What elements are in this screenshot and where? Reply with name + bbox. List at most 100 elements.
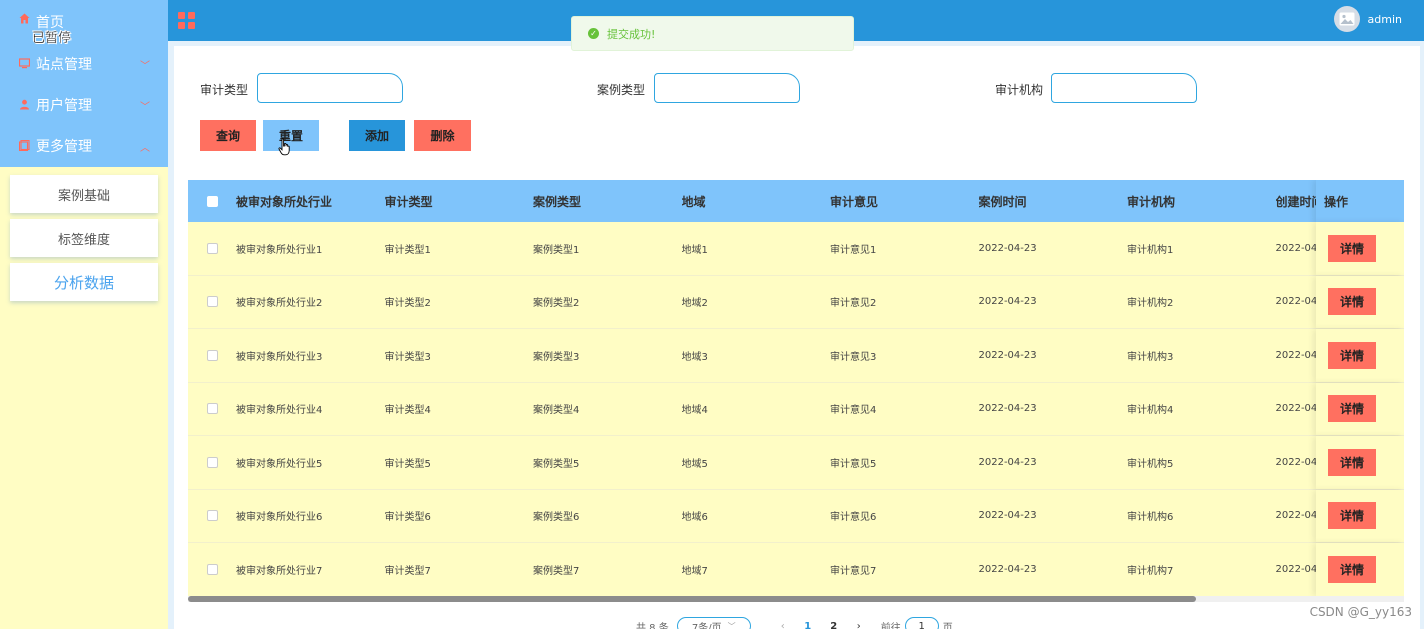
table-cell: 审计类型4	[384, 405, 431, 417]
delete-button[interactable]: 删除	[414, 120, 471, 151]
sidebar-item-site-management[interactable]: 站点管理 ﹀	[0, 43, 168, 84]
row-checkbox[interactable]	[206, 242, 218, 254]
table-body: 被审对象所处行业1 审计类型1 案例类型1 地域1 审计意见1 2022-04-23 审计机…	[188, 222, 1404, 597]
sidebar-item-label: 更多管理	[36, 138, 92, 155]
detail-button[interactable]: 详情	[1328, 234, 1376, 262]
sidebar-item-label: 站点管理	[36, 56, 92, 73]
table-cell: 2022-04	[1275, 563, 1318, 575]
total-count: 共 8 条	[636, 622, 669, 629]
add-button[interactable]: 添加	[349, 120, 405, 151]
column-header: 案例类型	[533, 194, 582, 209]
page-number-2[interactable]: 2	[821, 621, 847, 629]
case-type-input[interactable]	[654, 73, 800, 103]
table-cell: 审计意见3	[830, 351, 877, 363]
table-cell: 审计机构4	[1127, 405, 1174, 417]
table-row: 被审对象所处行业7 审计类型7 案例类型7 地域7 审计意见7 2022-04-23 审计机…	[188, 543, 1404, 597]
table-cell: 审计机构3	[1127, 351, 1174, 363]
table-cell: 案例类型7	[533, 565, 580, 577]
table-cell: 2022-04	[1275, 510, 1318, 522]
column-header: 审计意见	[830, 194, 879, 209]
table-cell: 2022-04	[1275, 296, 1318, 308]
watermark: CSDN @G_yy163	[1309, 605, 1412, 619]
menu-grid-icon[interactable]	[178, 12, 195, 29]
table-cell: 2022-04-23	[978, 242, 1037, 254]
goto-suffix: 页	[942, 622, 953, 629]
audit-type-label: 审计类型	[200, 83, 249, 97]
page-size-select[interactable]: 7条/页 ﹀	[676, 617, 751, 629]
scrollbar-thumb[interactable]	[188, 596, 1196, 602]
chevron-down-icon: ﹀	[140, 61, 150, 72]
column-header: 审计类型	[384, 194, 433, 209]
data-table: 被审对象所处行业 审计类型 案例类型 地域 审计意见 案例时间 审计机构 创建时…	[188, 180, 1404, 600]
sidebar-item-home[interactable]: 首页	[0, 0, 168, 43]
detail-button[interactable]: 详情	[1328, 448, 1376, 476]
audit-org-input[interactable]	[1051, 73, 1197, 103]
table-cell: 地域1	[681, 244, 708, 256]
pagination: 共 8 条 7条/页 ﹀ ‹ 1 2 › 前往 1 页	[636, 616, 953, 629]
table-cell: 审计类型1	[384, 244, 431, 256]
detail-button[interactable]: 详情	[1328, 502, 1376, 530]
submenu-item-tag-dimension[interactable]: 标签维度	[10, 219, 158, 257]
table-row: 被审对象所处行业5 审计类型5 案例类型5 地域5 审计意见5 2022-04-23 审计机…	[188, 436, 1404, 490]
submenu-item-case-basics[interactable]: 案例基础	[10, 175, 158, 213]
detail-button[interactable]: 详情	[1328, 288, 1376, 316]
paused-overlay-text: 已暂停	[32, 31, 72, 46]
row-checkbox[interactable]	[206, 456, 218, 468]
table-cell: 审计意见5	[830, 458, 877, 470]
table-row: 被审对象所处行业6 审计类型6 案例类型6 地域6 审计意见6 2022-04-23 审计机…	[188, 489, 1404, 543]
select-all-checkbox[interactable]	[206, 195, 218, 207]
user-icon	[18, 99, 30, 111]
row-checkbox[interactable]	[206, 403, 218, 415]
table-cell: 案例类型2	[533, 298, 580, 310]
detail-button[interactable]: 详情	[1328, 395, 1376, 423]
table-cell: 2022-04-23	[978, 403, 1037, 415]
case-type-label: 案例类型	[597, 83, 646, 97]
user-menu[interactable]: admin	[1333, 6, 1402, 32]
detail-button[interactable]: 详情	[1328, 555, 1376, 583]
sidebar-item-more-management[interactable]: 更多管理 ︿	[0, 125, 168, 166]
table-row: 被审对象所处行业3 审计类型3 案例类型3 地域3 审计意见3 2022-04-23 审计机…	[188, 329, 1404, 383]
avatar[interactable]	[1333, 6, 1360, 32]
sidebar-item-user-management[interactable]: 用户管理 ﹀	[0, 84, 168, 125]
audit-type-input[interactable]	[257, 73, 403, 103]
monitor-icon	[18, 58, 30, 70]
next-page-icon[interactable]: ›	[857, 621, 861, 629]
table-cell: 2022-04-23	[978, 349, 1037, 361]
column-header: 地域	[681, 194, 706, 209]
column-header: 审计机构	[1127, 194, 1176, 209]
row-checkbox[interactable]	[206, 563, 218, 575]
page-number-1[interactable]: 1	[795, 621, 821, 629]
username: admin	[1367, 12, 1402, 26]
row-checkbox[interactable]	[206, 296, 218, 308]
table-cell: 被审对象所处行业6	[236, 512, 323, 524]
table-cell: 审计意见6	[830, 512, 877, 524]
table-cell: 被审对象所处行业4	[236, 405, 323, 417]
query-button[interactable]: 查询	[200, 120, 256, 151]
goto-prefix: 前往	[880, 622, 901, 629]
toast-message: 提交成功!	[607, 27, 656, 41]
prev-page-icon[interactable]: ‹	[781, 621, 785, 629]
submenu-item-analysis-data[interactable]: 分析数据	[10, 263, 158, 301]
sidebar-submenu: 案例基础 标签维度 分析数据	[0, 167, 168, 315]
horizontal-scrollbar[interactable]	[188, 596, 1404, 602]
table-cell: 审计类型7	[384, 565, 431, 577]
table-cell: 审计类型5	[384, 458, 431, 470]
column-header: 创建时间	[1275, 194, 1318, 209]
table-cell: 审计意见7	[830, 565, 877, 577]
chevron-down-icon: ﹀	[727, 621, 736, 629]
table-cell: 审计机构1	[1127, 244, 1174, 256]
table-cell: 审计机构6	[1127, 512, 1174, 524]
table-cell: 案例类型5	[533, 458, 580, 470]
goto-page-input[interactable]: 1	[904, 617, 939, 629]
table-cell: 地域3	[681, 351, 708, 363]
row-checkbox[interactable]	[206, 349, 218, 361]
audit-org-label: 审计机构	[995, 83, 1044, 97]
detail-button[interactable]: 详情	[1328, 341, 1376, 369]
table-cell: 案例类型6	[533, 512, 580, 524]
document-icon	[18, 140, 30, 152]
row-checkbox[interactable]	[206, 510, 218, 522]
table-cell: 审计意见1	[830, 244, 877, 256]
table-cell: 审计类型3	[384, 351, 431, 363]
table-cell: 审计意见2	[830, 298, 877, 310]
table-cell: 2022-04-23	[978, 563, 1037, 575]
